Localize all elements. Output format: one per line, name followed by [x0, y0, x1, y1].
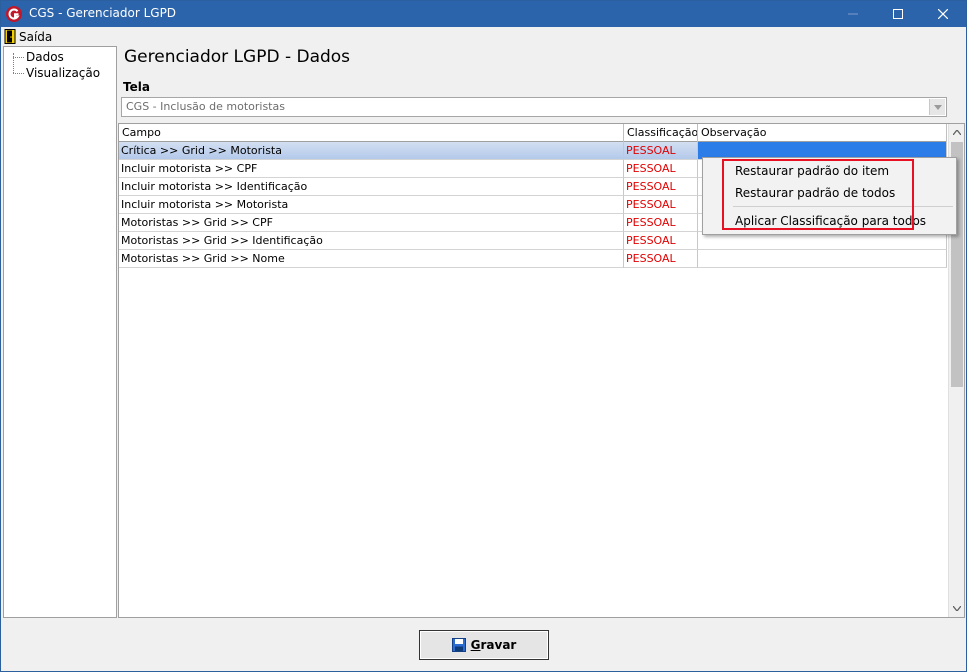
cell-classificacao[interactable]: PESSOAL: [624, 214, 698, 232]
cell-classificacao[interactable]: PESSOAL: [624, 142, 698, 160]
cell-campo[interactable]: Incluir motorista >> Identificação: [119, 178, 624, 196]
menu-separator: [733, 206, 953, 207]
tela-dropdown-button[interactable]: [929, 99, 945, 115]
maximize-icon: [893, 9, 903, 19]
tree-item-label: Visualização: [26, 66, 101, 80]
menu-item-restore-all[interactable]: Restaurar padrão de todos: [735, 183, 895, 203]
table-row[interactable]: Motoristas >> Grid >> Nome PESSOAL: [119, 250, 947, 268]
cell-observacao[interactable]: [698, 250, 947, 268]
menu-item-apply-classification-all[interactable]: Aplicar Classificação para todos: [735, 211, 926, 231]
save-button-label: Gravar: [471, 638, 517, 652]
tela-label: Tela: [123, 80, 150, 94]
column-header-observacao[interactable]: Observação: [698, 124, 947, 142]
tree-item-visualizacao[interactable]: Visualização: [13, 65, 100, 81]
menu-exit[interactable]: Saída: [4, 28, 52, 45]
grid-header: Campo Classificação Observação: [119, 124, 947, 142]
cell-campo[interactable]: Incluir motorista >> CPF: [119, 160, 624, 178]
scroll-down-button[interactable]: [949, 600, 965, 617]
scroll-up-button[interactable]: [949, 124, 965, 141]
cell-classificacao[interactable]: PESSOAL: [624, 178, 698, 196]
close-button[interactable]: [920, 1, 966, 27]
title-bar[interactable]: CGS - Gerenciador LGPD: [1, 1, 966, 27]
cell-classificacao[interactable]: PESSOAL: [624, 232, 698, 250]
column-header-classificacao[interactable]: Classificação: [624, 124, 698, 142]
chevron-down-icon: [953, 606, 961, 611]
close-icon: [938, 9, 948, 19]
cell-classificacao[interactable]: PESSOAL: [624, 160, 698, 178]
tela-select[interactable]: CGS - Inclusão de motoristas: [121, 97, 947, 117]
save-button-label-rest: ravar: [480, 638, 517, 652]
menu-bar: Saída: [1, 27, 966, 46]
save-button-accelerator: G: [470, 638, 481, 652]
chevron-down-icon: [933, 104, 942, 110]
app-logo-icon: [6, 6, 22, 22]
cell-classificacao[interactable]: PESSOAL: [624, 196, 698, 214]
cell-campo[interactable]: Crítica >> Grid >> Motorista: [119, 142, 624, 160]
cell-classificacao[interactable]: PESSOAL: [624, 250, 698, 268]
tree-branch: [13, 56, 24, 58]
cell-campo[interactable]: Motoristas >> Grid >> CPF: [119, 214, 624, 232]
tree-branch: [13, 72, 24, 74]
tela-select-value: CGS - Inclusão de motoristas: [126, 100, 285, 113]
column-header-campo[interactable]: Campo: [119, 124, 624, 142]
app-window: CGS - Gerenciador LGPD Saída Dados Visua…: [0, 0, 967, 672]
tree-item-dados[interactable]: Dados: [13, 49, 64, 65]
minimize-button[interactable]: [830, 1, 876, 27]
cell-campo[interactable]: Motoristas >> Grid >> Identificação: [119, 232, 624, 250]
save-button[interactable]: Gravar: [419, 630, 549, 660]
minimize-icon: [848, 13, 858, 15]
window-title: CGS - Gerenciador LGPD: [29, 6, 177, 20]
menu-item-restore-item[interactable]: Restaurar padrão do item: [735, 161, 889, 181]
floppy-disk-icon: [451, 638, 466, 652]
tree-item-label: Dados: [26, 50, 64, 64]
maximize-button[interactable]: [875, 1, 921, 27]
cell-campo[interactable]: Incluir motorista >> Motorista: [119, 196, 624, 214]
exit-door-icon: [4, 29, 16, 44]
chevron-up-icon: [953, 130, 961, 135]
context-menu: Restaurar padrão do item Restaurar padrã…: [702, 157, 957, 235]
menu-exit-label: Saída: [19, 29, 53, 44]
page-title: Gerenciador LGPD - Dados: [124, 47, 351, 67]
navigation-tree: Dados Visualização: [3, 46, 117, 618]
cell-campo[interactable]: Motoristas >> Grid >> Nome: [119, 250, 624, 268]
